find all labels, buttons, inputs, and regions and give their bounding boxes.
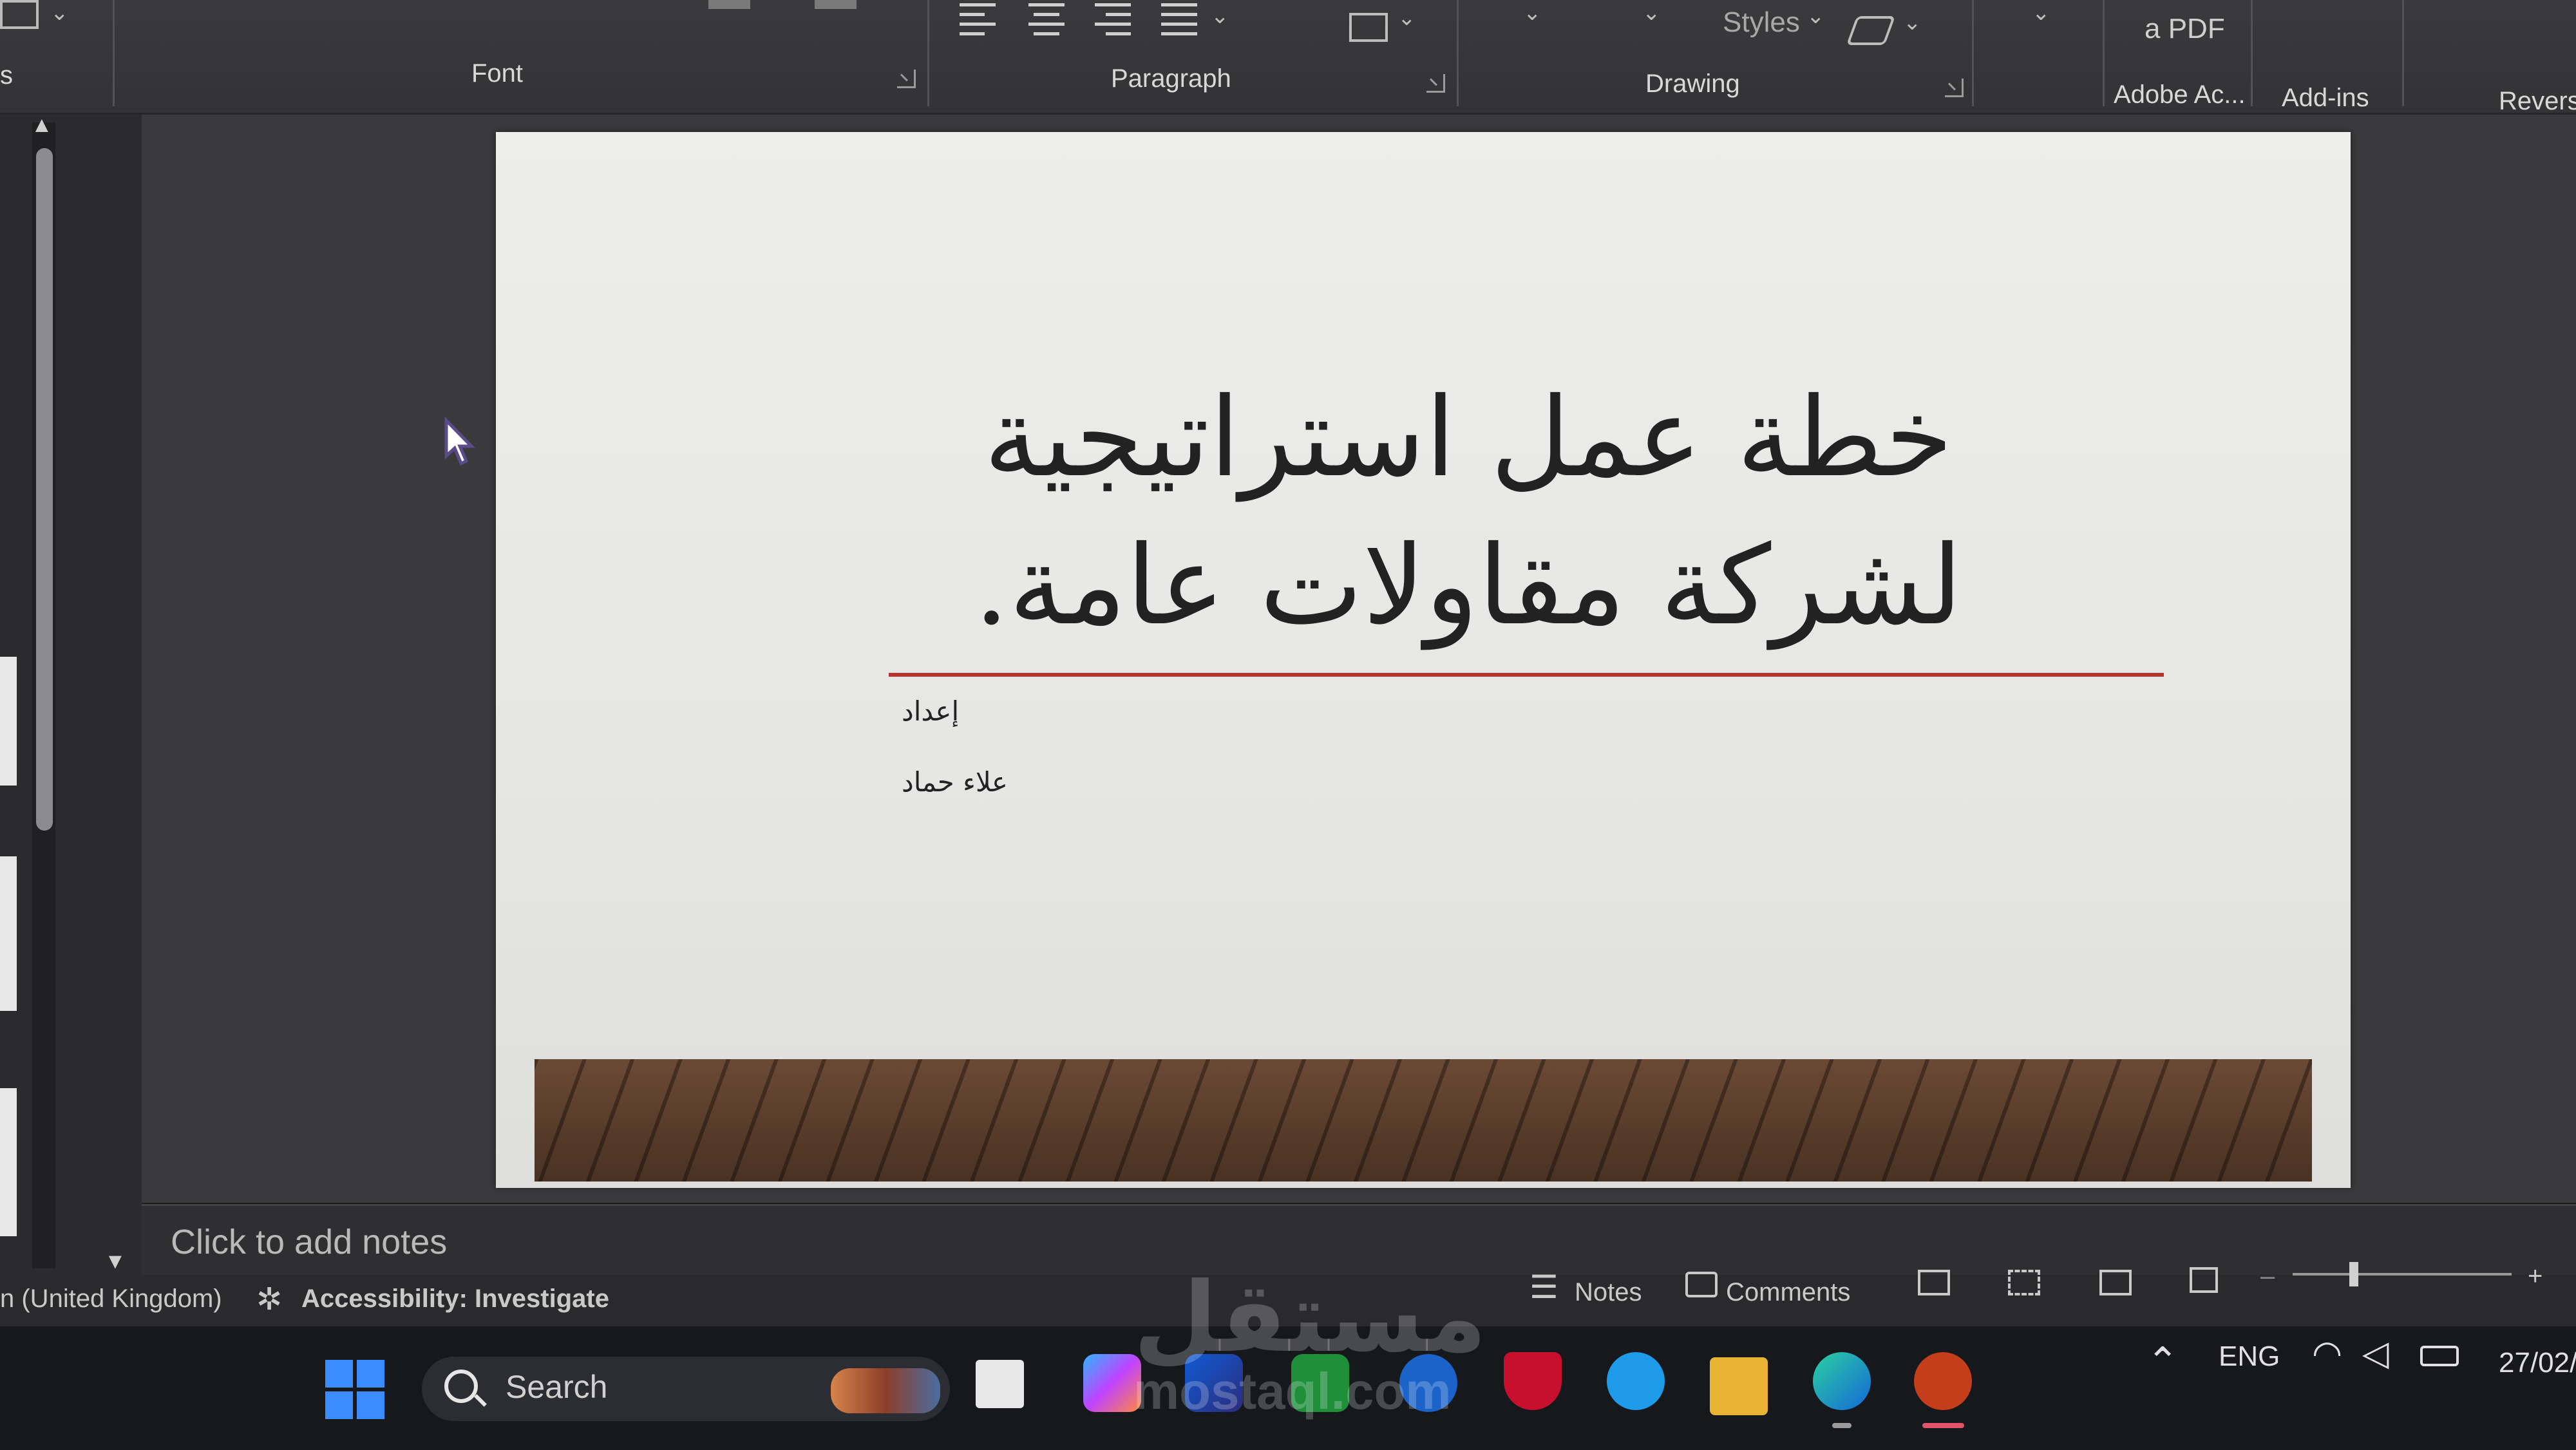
convert-smartart-icon[interactable] (1349, 13, 1388, 42)
slide-thumbnail[interactable] (0, 856, 17, 1011)
paragraph-dialog-launcher-icon[interactable] (1426, 74, 1445, 93)
slide-canvas[interactable]: خطة عمل استراتيجية لشركة مقاولات عامة. إ… (496, 132, 2351, 1188)
justify-icon[interactable] (1161, 3, 1197, 42)
notes-button[interactable]: Notes (1575, 1278, 1642, 1307)
ribbon-group-fragment: s (0, 61, 13, 89)
layout-icon[interactable] (0, 0, 39, 29)
file-explorer-icon[interactable] (1710, 1357, 1768, 1415)
mouse-cursor-icon (444, 417, 475, 466)
copilot-icon[interactable] (1083, 1354, 1141, 1412)
align-left-icon[interactable] (960, 3, 996, 42)
create-pdf-button[interactable]: a PDF (2145, 13, 2225, 45)
search-placeholder[interactable]: Search (506, 1368, 607, 1406)
scroll-down-icon[interactable]: ▼ (104, 1249, 126, 1274)
notes-placeholder[interactable]: Click to add notes (171, 1222, 447, 1262)
adobe-group-label: Adobe Ac... (2114, 80, 2246, 109)
wood-floor-image (535, 1059, 2312, 1182)
addins-group-label: Add-ins (2282, 84, 2369, 112)
accessibility-icon[interactable]: ✲ (256, 1281, 282, 1317)
font-group-label: Font (471, 59, 524, 88)
title-underline-rule (889, 673, 2164, 677)
font-dialog-launcher-icon[interactable] (897, 70, 916, 88)
windows-start-icon[interactable] (325, 1360, 384, 1419)
scroll-up-icon[interactable]: ▲ (31, 113, 53, 138)
slide-thumbnail-pane[interactable] (0, 115, 142, 1293)
accessibility-status[interactable]: Accessibility: Investigate (301, 1285, 609, 1313)
comments-button[interactable]: Comments (1726, 1278, 1850, 1307)
thumbnail-scrollbar-thumb[interactable] (36, 148, 53, 831)
chevron-down-icon[interactable]: ⌄ (1642, 0, 1661, 26)
ribbon-divider (2103, 0, 2105, 106)
chevron-down-icon[interactable]: ⌄ (50, 0, 69, 26)
ribbon-divider (113, 0, 115, 106)
slide-title[interactable]: خطة عمل استراتيجية لشركة مقاولات عامة. (824, 364, 2112, 660)
slide-thumbnail[interactable] (0, 1088, 17, 1236)
chevron-down-icon[interactable]: ⌄ (2032, 0, 2050, 26)
drawing-group-label: Drawing (1645, 70, 1740, 98)
align-center-icon[interactable] (1028, 3, 1065, 42)
ribbon: ⌄ s Font ⌄ ⌄ Paragraph ⌄ ⌄ Styles ⌄ ⌄ Dr… (0, 0, 2576, 115)
shape-fill-icon[interactable] (1846, 16, 1896, 45)
zoom-out-button[interactable]: – (2260, 1262, 2275, 1291)
slide-thumbnail[interactable] (0, 657, 17, 786)
notes-icon[interactable]: ☰ (1530, 1268, 1558, 1306)
show-hidden-icons-icon[interactable]: ⌃ (2146, 1339, 2179, 1384)
watermark-latin: mostaql.com (1133, 1362, 1452, 1420)
align-right-icon[interactable] (1095, 3, 1131, 42)
chevron-down-icon[interactable]: ⌄ (1903, 10, 1922, 35)
reading-view-icon[interactable] (2099, 1270, 2132, 1295)
zoom-in-button[interactable]: + (2528, 1262, 2543, 1291)
ribbon-divider (1457, 0, 1459, 106)
help-icon[interactable] (1607, 1352, 1665, 1410)
normal-view-icon[interactable] (1918, 1270, 1950, 1295)
author-name[interactable]: علاء حماد (902, 766, 1159, 798)
quick-styles-button[interactable]: Styles (1723, 6, 1800, 39)
language-status[interactable]: n (United Kingdom) (0, 1285, 222, 1313)
prepared-by-label[interactable]: إعداد (902, 695, 1159, 727)
task-view-icon[interactable] (976, 1360, 1024, 1408)
chevron-down-icon[interactable]: ⌄ (1211, 3, 1229, 29)
watermark-arabic: مستقل (1133, 1262, 1487, 1374)
ribbon-divider (2251, 0, 2253, 106)
highlight-color-swatch[interactable] (815, 0, 857, 9)
slide-show-icon[interactable] (2190, 1267, 2218, 1293)
mcafee-icon[interactable] (1504, 1352, 1562, 1410)
taskbar-date[interactable]: 27/02/ (2499, 1347, 2576, 1379)
slide-sorter-icon[interactable] (2008, 1270, 2040, 1295)
running-indicator (1832, 1423, 1852, 1428)
input-language-indicator[interactable]: ENG (2219, 1341, 2280, 1373)
ribbon-divider (1972, 0, 1974, 106)
edge-icon[interactable] (1813, 1352, 1871, 1410)
zoom-slider[interactable] (2293, 1273, 2512, 1276)
battery-icon[interactable] (2420, 1346, 2459, 1366)
active-app-indicator (1922, 1423, 1964, 1428)
font-color-swatch[interactable] (708, 0, 750, 9)
chevron-down-icon[interactable]: ⌄ (1523, 0, 1542, 26)
chevron-down-icon[interactable]: ⌄ (1806, 3, 1825, 29)
search-highlight-image[interactable] (831, 1368, 940, 1413)
chevron-down-icon[interactable]: ⌄ (1397, 5, 1416, 31)
search-icon (444, 1370, 478, 1403)
volume-icon[interactable]: ◁ (2362, 1333, 2389, 1373)
ribbon-divider (2402, 0, 2404, 106)
zoom-slider-thumb[interactable] (2349, 1262, 2358, 1286)
reverse-group-label: Revers (2499, 87, 2576, 115)
wifi-icon[interactable]: ◠ (2312, 1333, 2342, 1373)
comments-icon[interactable] (1685, 1272, 1718, 1297)
drawing-dialog-launcher-icon[interactable] (1945, 79, 1964, 97)
ribbon-divider (927, 0, 929, 106)
paragraph-group-label: Paragraph (1111, 64, 1231, 93)
powerpoint-icon[interactable] (1914, 1352, 1972, 1410)
